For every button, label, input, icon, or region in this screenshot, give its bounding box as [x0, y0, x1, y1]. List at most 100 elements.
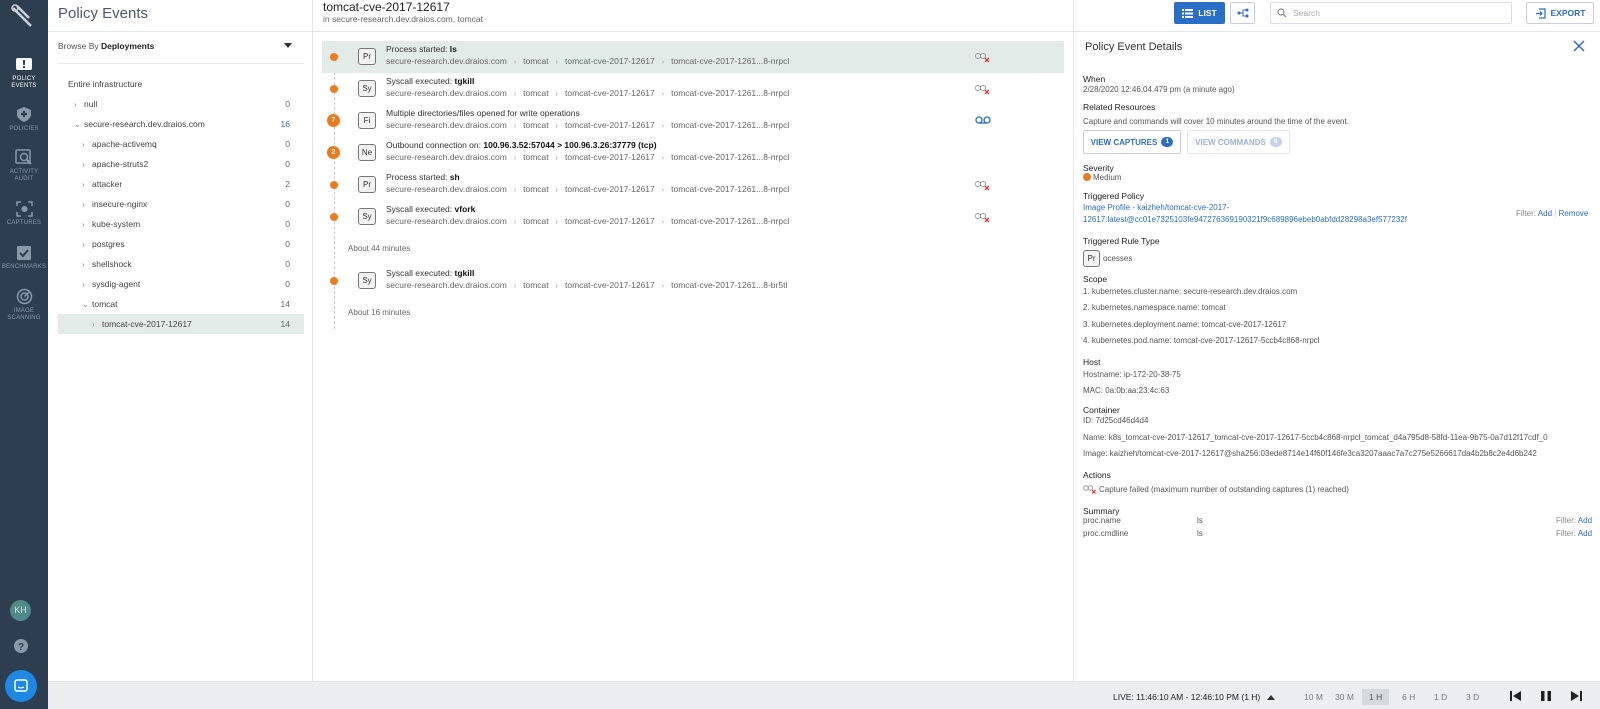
tree-row[interactable]: › insecure-nginx 0	[58, 194, 304, 214]
browse-by-dropdown[interactable]: Browse By Deployments	[58, 41, 300, 51]
range-1h[interactable]: 1 H	[1362, 689, 1390, 705]
range-10m[interactable]: 10 M	[1304, 692, 1323, 702]
event-row[interactable]: 2 Ne Outbound connection on: 100.96.3.52…	[322, 137, 1064, 169]
chevron-right-icon[interactable]: ›	[82, 200, 92, 209]
event-path: secure-research.dev.draios.com › tomcat › to…	[386, 184, 790, 194]
tree-row[interactable]: › sysdig-agent 0	[58, 274, 304, 294]
chevron-right-icon[interactable]: ›	[82, 280, 92, 289]
filter-remove-link[interactable]: Remove	[1559, 209, 1589, 218]
live-time-range[interactable]: LIVE: 11:46:10 AM - 12:46:10 PM (1 H)	[1113, 692, 1275, 702]
event-path: secure-research.dev.draios.com › tomcat › to…	[386, 152, 790, 162]
activity-audit-icon	[15, 149, 32, 165]
tree-row[interactable]: Entire infrastructure	[58, 74, 304, 94]
tree-row[interactable]: ⌄ tomcat 14	[58, 294, 304, 314]
tree-count: 14	[280, 299, 290, 309]
capture-failed-icon[interactable]	[975, 51, 991, 63]
rail-policy-events[interactable]: POLICY EVENTS	[0, 57, 48, 90]
tree-row[interactable]: › attacker 2	[58, 174, 304, 194]
tree-row-selected[interactable]: › tomcat-cve-2017-12617 14	[58, 314, 304, 334]
rail-activity-audit[interactable]: ACTIVITY AUDIT	[0, 149, 48, 183]
view-captures-button[interactable]: VIEW CAPTURES 1	[1083, 130, 1181, 154]
chevron-right-icon[interactable]: ›	[82, 140, 92, 149]
list-view-button[interactable]: LIST	[1174, 2, 1225, 24]
policy-link[interactable]: 12617:latest@cc01e7325103fe9472763691903…	[1083, 215, 1407, 224]
search-box[interactable]	[1270, 2, 1512, 24]
range-3d[interactable]: 3 D	[1466, 692, 1479, 702]
summary-key: proc.cmdline	[1083, 529, 1129, 538]
tree-row[interactable]: › kube-system 0	[58, 214, 304, 234]
rule-type-label: Triggered Rule Type	[1083, 236, 1160, 246]
chevron-right-icon[interactable]: ›	[74, 100, 84, 109]
sysdig-logo-icon[interactable]	[9, 2, 37, 30]
event-row[interactable]: Sy Syscall executed: tgkill secure-resea…	[322, 73, 1064, 105]
severity-dot	[330, 181, 338, 189]
chevron-right-icon[interactable]: ›	[82, 160, 92, 169]
close-icon[interactable]	[1573, 40, 1585, 52]
time-gap-label: About 44 minutes	[348, 244, 411, 253]
view-commands-label: VIEW COMMANDS	[1195, 137, 1266, 147]
tree-row[interactable]: › null 0	[58, 94, 304, 114]
view-commands-button[interactable]: VIEW COMMANDS 0	[1187, 130, 1290, 154]
range-6h[interactable]: 6 H	[1402, 692, 1415, 702]
event-row[interactable]: Sy Syscall executed: tgkill secure-resea…	[322, 265, 1064, 297]
chevron-right-icon[interactable]: ›	[82, 180, 92, 189]
tree-row[interactable]: › apache-struts2 0	[58, 154, 304, 174]
when-value: 2/28/2020 12:46:04.479 pm (a minute ago)	[1083, 85, 1235, 94]
range-1d[interactable]: 1 D	[1434, 692, 1447, 702]
pause-icon[interactable]	[1541, 691, 1551, 701]
capture-failed-icon[interactable]	[975, 179, 991, 191]
filter-add-link[interactable]: Add	[1578, 516, 1592, 525]
tree-row[interactable]: › apache-activemq 0	[58, 134, 304, 154]
chevron-right-icon[interactable]: ›	[92, 320, 102, 329]
export-button[interactable]: EXPORT	[1526, 2, 1594, 24]
rail-captures[interactable]: CAPTURES	[0, 201, 48, 227]
summary-label: Summary	[1083, 506, 1120, 516]
tree-row[interactable]: › postgres 0	[58, 234, 304, 254]
event-row[interactable]: Pr Process started: ls secure-research.d…	[322, 41, 1064, 73]
chat-icon	[14, 679, 28, 692]
skip-back-icon[interactable]	[1510, 691, 1521, 701]
filter-add-link[interactable]: Add	[1578, 529, 1592, 538]
rail-benchmarks[interactable]: BENCHMARKS	[0, 244, 48, 271]
export-label: EXPORT	[1550, 8, 1586, 18]
details-divider	[1073, 0, 1074, 681]
action-row: Capture failed (maximum number of outsta…	[1083, 484, 1349, 494]
summary-filter: Filter: Add	[1556, 529, 1593, 538]
tree-count: 14	[280, 319, 290, 329]
chevron-down-icon[interactable]: ⌄	[82, 300, 92, 309]
tree-row[interactable]: ⌄ secure-research.dev.draios.com 16	[58, 114, 304, 134]
event-row[interactable]: Sy Syscall executed: vfork secure-resear…	[322, 201, 1064, 233]
skip-forward-icon[interactable]	[1571, 691, 1582, 701]
range-30m[interactable]: 30 M	[1335, 692, 1354, 702]
user-avatar[interactable]: KH	[10, 600, 31, 621]
rail-image-scanning[interactable]: IMAGE SCANNING	[0, 288, 48, 322]
search-input[interactable]	[1293, 8, 1503, 18]
tree-label: insecure-nginx	[92, 199, 148, 209]
event-path: secure-research.dev.draios.com › tomcat › to…	[386, 56, 790, 66]
capture-failed-icon[interactable]	[975, 211, 991, 223]
policy-link[interactable]: Image Profile - kaizheh/tomcat-cve-2017-	[1083, 203, 1229, 212]
chevron-right-icon[interactable]: ›	[82, 240, 92, 249]
rail-policies[interactable]: POLICIES	[0, 106, 48, 133]
chevron-right-icon[interactable]: ›	[82, 220, 92, 229]
scope-label: Scope	[1083, 274, 1108, 284]
graph-view-button[interactable]	[1230, 2, 1255, 24]
rail-label: POLICIES	[9, 126, 39, 132]
tree-label: tomcat	[92, 299, 118, 309]
help-icon[interactable]: ?	[13, 638, 29, 654]
filter-add-link[interactable]: Add	[1538, 209, 1552, 218]
event-title: Syscall executed: tgkill	[386, 76, 475, 86]
event-group-title: tomcat-cve-2017-12617	[323, 0, 450, 14]
event-row[interactable]: Pr Process started: sh secure-research.d…	[322, 169, 1064, 201]
tree-row[interactable]: › shellshock 0	[58, 254, 304, 274]
capture-failed-icon[interactable]	[975, 83, 991, 95]
tree-label: Entire infrastructure	[68, 79, 143, 89]
chat-button[interactable]	[5, 670, 37, 702]
chevron-right-icon[interactable]: ›	[82, 260, 92, 269]
recording-icon[interactable]	[975, 115, 991, 125]
rail-label: EVENTS	[11, 83, 37, 89]
tree-label: attacker	[92, 179, 123, 189]
chevron-down-icon[interactable]: ⌄	[74, 120, 84, 129]
event-row[interactable]: 7 Fi Multiple directories/files opened f…	[322, 105, 1064, 137]
rail-label: BENCHMARKS	[1, 264, 47, 270]
